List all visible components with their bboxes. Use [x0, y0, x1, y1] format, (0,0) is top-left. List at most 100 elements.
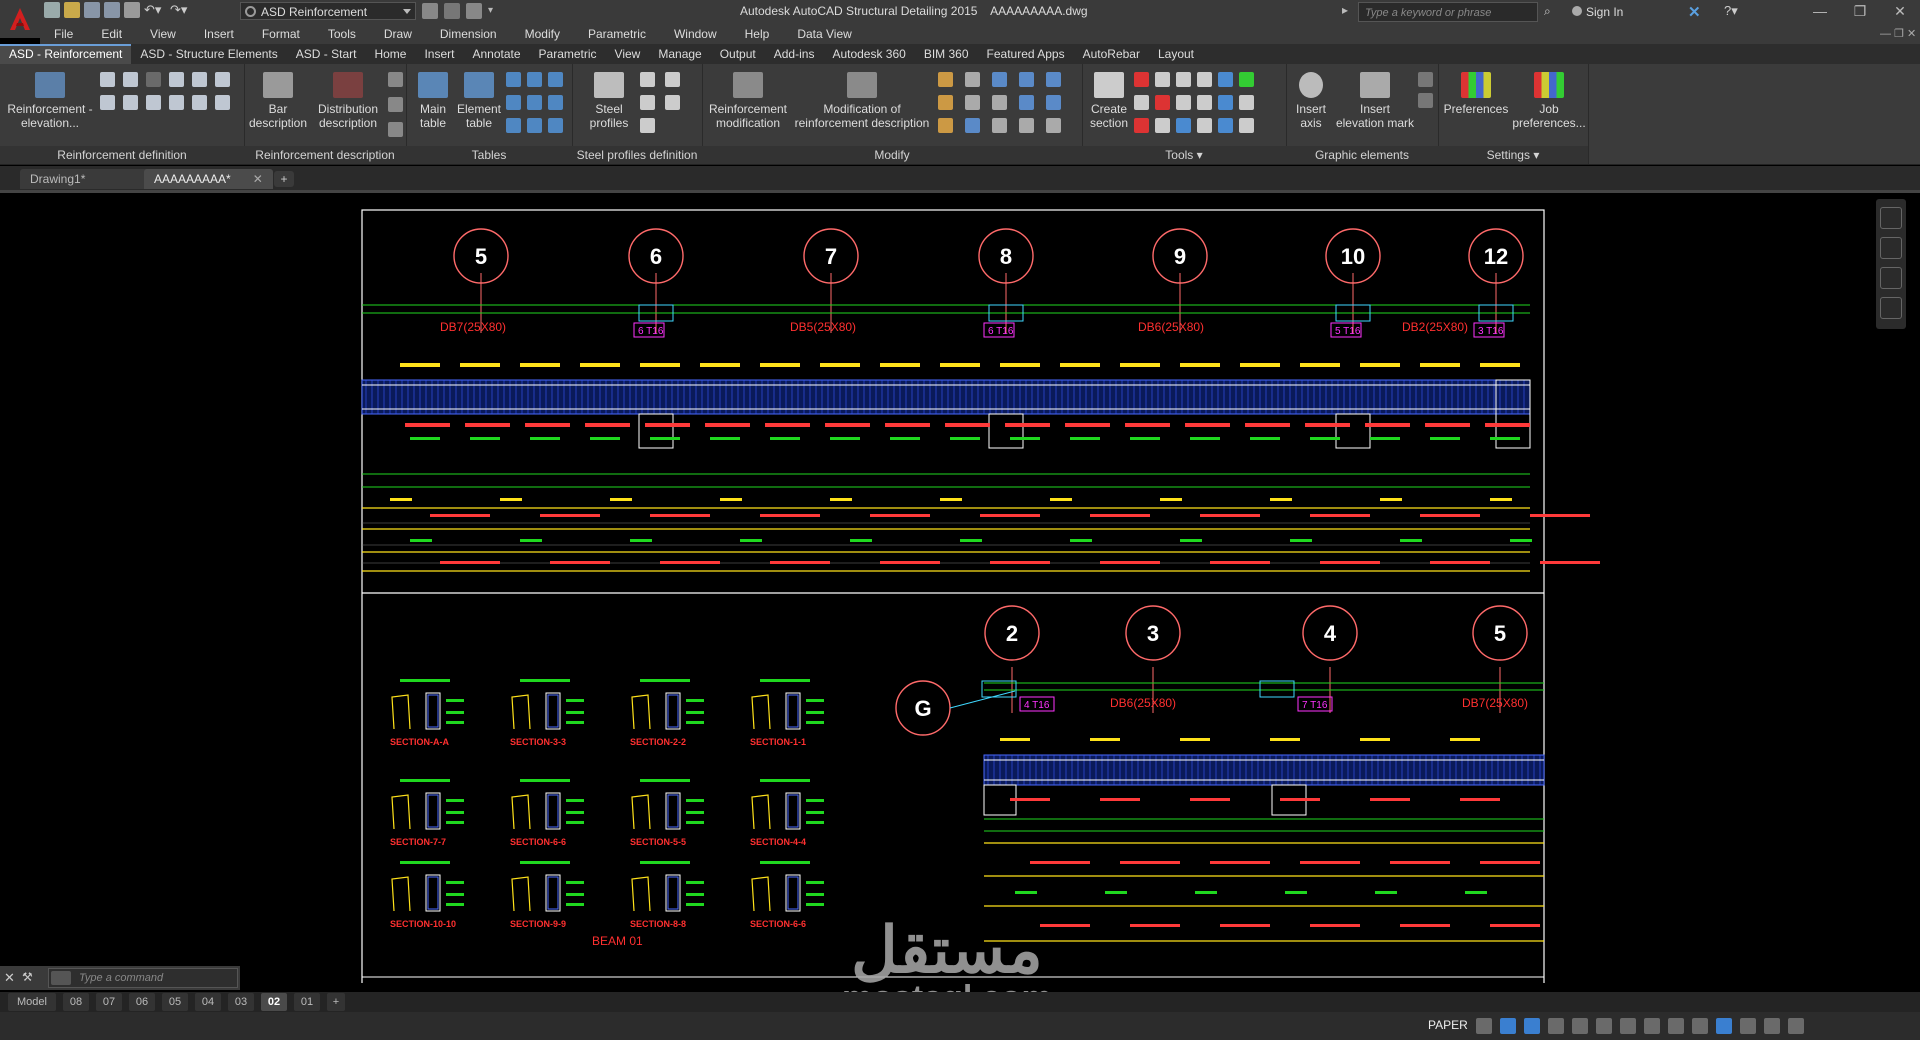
- sign-in-link[interactable]: Sign In: [1572, 5, 1623, 19]
- layout-tab-03[interactable]: 03: [228, 993, 254, 1011]
- preferences-button[interactable]: Preferences: [1442, 72, 1510, 116]
- menu-insert[interactable]: Insert: [190, 24, 248, 44]
- layout-tab-04[interactable]: 04: [195, 993, 221, 1011]
- modify-tool-icon[interactable]: [1046, 95, 1061, 110]
- distribution-description-button[interactable]: Distribution description: [310, 72, 386, 130]
- layout-tab-model[interactable]: Model: [8, 993, 56, 1011]
- annotation-icon[interactable]: [1620, 1018, 1636, 1034]
- menu-help[interactable]: Help: [731, 24, 784, 44]
- tool-icon[interactable]: [1176, 95, 1191, 110]
- modify-tool-icon[interactable]: [1046, 118, 1061, 133]
- save-icon[interactable]: [84, 2, 100, 18]
- tool-icon[interactable]: [1218, 118, 1233, 133]
- menu-view[interactable]: View: [136, 24, 190, 44]
- insert-elevation-mark-button[interactable]: Insert elevation mark: [1332, 72, 1418, 130]
- plot-icon[interactable]: [124, 2, 140, 18]
- wrench-icon[interactable]: ⚒: [22, 970, 33, 984]
- customization-icon[interactable]: [1788, 1018, 1804, 1034]
- workspace-dropdown[interactable]: ASD Reinforcement: [240, 2, 416, 20]
- ribbon-tab-insert[interactable]: Insert: [415, 44, 463, 64]
- tool-icon[interactable]: [1197, 95, 1212, 110]
- open-icon[interactable]: [64, 2, 80, 18]
- close-icon[interactable]: ✕: [253, 172, 263, 186]
- match-properties-icon[interactable]: [422, 3, 438, 19]
- ribbon-tab-add-ins[interactable]: Add-ins: [765, 44, 824, 64]
- menu-data-view[interactable]: Data View: [783, 24, 865, 44]
- modification-description-button[interactable]: Modification of reinforcement descriptio…: [792, 72, 932, 130]
- menu-parametric[interactable]: Parametric: [574, 24, 660, 44]
- menu-file[interactable]: File: [40, 24, 87, 44]
- menu-edit[interactable]: Edit: [87, 24, 136, 44]
- rebar-tool-icon[interactable]: [123, 72, 138, 87]
- modify-tool-icon[interactable]: [1019, 72, 1034, 87]
- description-tool-icon[interactable]: [388, 72, 403, 87]
- qat-dropdown-icon[interactable]: ▾: [488, 3, 498, 19]
- space-toggle[interactable]: PAPER: [1428, 1018, 1468, 1032]
- table-tool-icon[interactable]: [527, 118, 542, 133]
- tool-icon[interactable]: [1134, 118, 1149, 133]
- reinforcement-modification-button[interactable]: Reinforcement modification: [708, 72, 788, 130]
- file-tab-drawing1[interactable]: Drawing1*: [20, 169, 160, 189]
- menu-format[interactable]: Format: [248, 24, 314, 44]
- erase-icon[interactable]: [444, 3, 460, 19]
- otrack-icon[interactable]: [1548, 1018, 1564, 1034]
- orbit-icon[interactable]: [1880, 297, 1902, 319]
- layout-tab-01[interactable]: 01: [294, 993, 320, 1011]
- create-section-button[interactable]: Create section: [1086, 72, 1132, 130]
- modify-tool-icon[interactable]: [965, 72, 980, 87]
- redo-icon[interactable]: ↷▾: [170, 2, 192, 18]
- tool-icon[interactable]: [1176, 72, 1191, 87]
- description-tool-icon[interactable]: [388, 122, 403, 137]
- polar-icon[interactable]: [1500, 1018, 1516, 1034]
- tool-icon[interactable]: [1239, 95, 1254, 110]
- table-tool-icon[interactable]: [506, 95, 521, 110]
- new-tab-button[interactable]: +: [274, 171, 294, 187]
- exchange-icon[interactable]: ✕: [1688, 3, 1701, 21]
- rebar-tool-icon[interactable]: [123, 95, 138, 110]
- hardware-acceleration-icon[interactable]: [1740, 1018, 1756, 1034]
- modify-tool-icon[interactable]: [938, 95, 953, 110]
- tool-icon[interactable]: [1218, 72, 1233, 87]
- steel-tool-icon[interactable]: [665, 95, 680, 110]
- tool-icon[interactable]: [1155, 72, 1170, 87]
- steering-wheel-icon[interactable]: [1880, 207, 1902, 229]
- tool-icon[interactable]: [1197, 118, 1212, 133]
- table-tool-icon[interactable]: [548, 95, 563, 110]
- graphic-tool-icon[interactable]: [1418, 93, 1433, 108]
- lineweight-icon[interactable]: [1572, 1018, 1588, 1034]
- ribbon-tab-manage[interactable]: Manage: [649, 44, 710, 64]
- ribbon-tab-layout[interactable]: Layout: [1149, 44, 1203, 64]
- zoom-icon[interactable]: [1880, 267, 1902, 289]
- table-tool-icon[interactable]: [548, 72, 563, 87]
- modify-tool-icon[interactable]: [1019, 118, 1034, 133]
- insert-axis-button[interactable]: Insert axis: [1288, 72, 1334, 130]
- osnap-icon[interactable]: [1524, 1018, 1540, 1034]
- tool-icon[interactable]: [1239, 118, 1254, 133]
- menu-draw[interactable]: Draw: [370, 24, 426, 44]
- drawing-window-controls[interactable]: — ❐ ✕: [1880, 27, 1916, 40]
- gear-icon[interactable]: [1668, 1018, 1684, 1034]
- file-tab-active[interactable]: AAAAAAAAA* ✕: [144, 169, 273, 189]
- job-preferences-button[interactable]: Job preferences...: [1512, 72, 1586, 130]
- modify-tool-icon[interactable]: [938, 118, 953, 133]
- ribbon-tab-view[interactable]: View: [606, 44, 650, 64]
- layout-tab-07[interactable]: 07: [96, 993, 122, 1011]
- rebar-tool-icon[interactable]: [192, 72, 207, 87]
- tool-icon[interactable]: [1239, 72, 1254, 87]
- undo-icon[interactable]: ↶▾: [144, 2, 166, 18]
- minimize-button[interactable]: —: [1800, 0, 1840, 24]
- ribbon-tab-asd-reinforcement[interactable]: ASD - Reinforcement: [0, 44, 132, 64]
- rebar-tool-icon[interactable]: [100, 72, 115, 87]
- tool-icon[interactable]: [1155, 118, 1170, 133]
- plot-preview-icon[interactable]: [466, 3, 482, 19]
- ribbon-tab-parametric[interactable]: Parametric: [530, 44, 606, 64]
- close-button[interactable]: ✕: [1880, 0, 1920, 24]
- drawing-canvas[interactable]: 5 6 7 8 9 10 12 6 T16 6 T16 5 T16 3 T16 DB7(25X80) D…: [0, 193, 1920, 991]
- pan-icon[interactable]: [1880, 237, 1902, 259]
- panel-title[interactable]: Settings ▾: [1438, 146, 1588, 164]
- graphic-tool-icon[interactable]: [1418, 72, 1433, 87]
- table-tool-icon[interactable]: [527, 95, 542, 110]
- table-tool-icon[interactable]: [506, 72, 521, 87]
- restore-button[interactable]: ❐: [1840, 0, 1880, 24]
- layout-tab-08[interactable]: 08: [63, 993, 89, 1011]
